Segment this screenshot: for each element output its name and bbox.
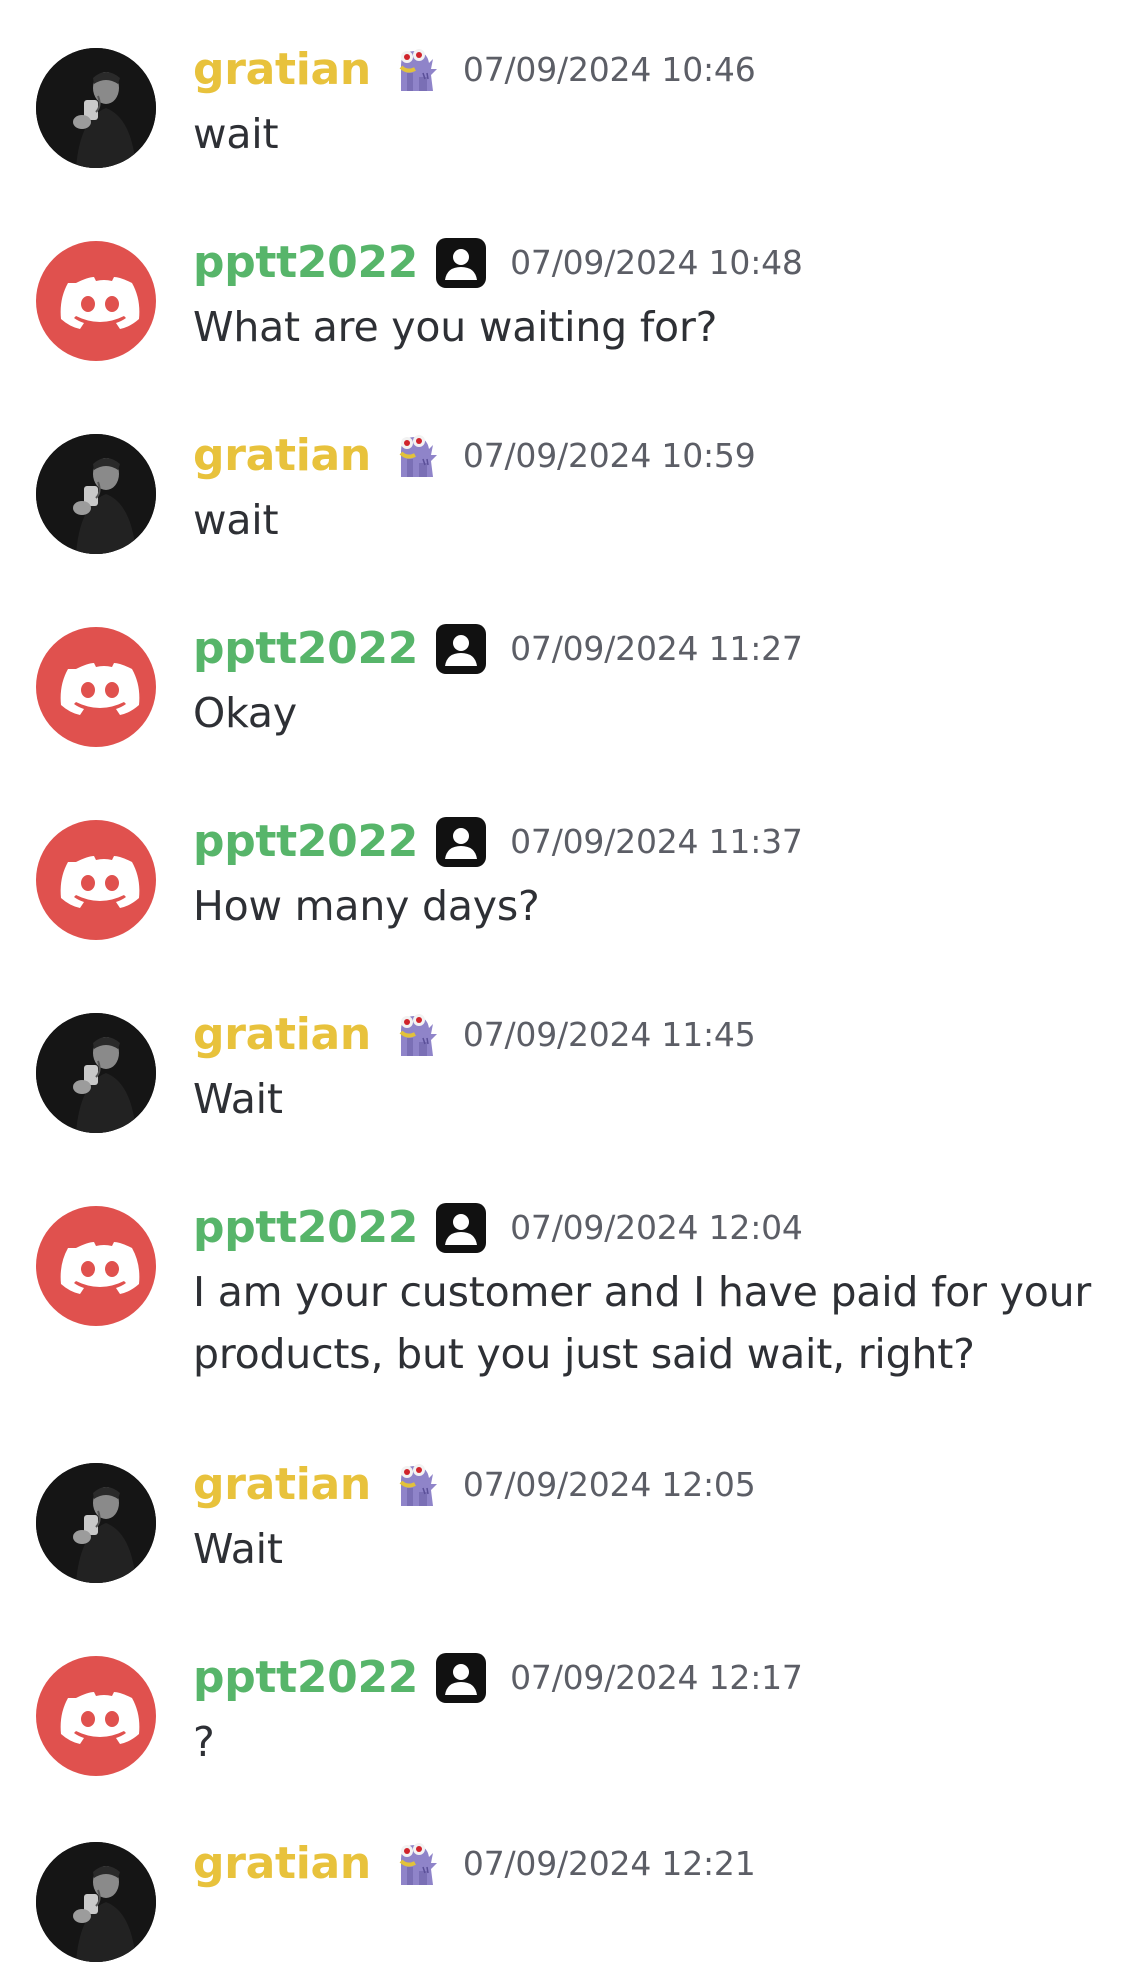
message-header: pptt2022 07/09/2024 12:04 bbox=[193, 1198, 803, 1258]
message-header: gratian 07/09/2024 10:46 bbox=[193, 40, 756, 100]
monster-emoji-icon bbox=[387, 1837, 441, 1891]
avatar[interactable] bbox=[36, 1842, 156, 1962]
timestamp: 07/09/2024 12:04 bbox=[510, 1208, 803, 1247]
message-header: gratian 07/09/2024 12:21 bbox=[193, 1834, 756, 1894]
timestamp: 07/09/2024 12:17 bbox=[510, 1658, 803, 1697]
message-text: wait bbox=[193, 496, 279, 544]
username[interactable]: pptt2022 bbox=[193, 619, 418, 679]
username[interactable]: pptt2022 bbox=[193, 812, 418, 872]
timestamp: 07/09/2024 11:37 bbox=[510, 822, 803, 861]
avatar[interactable] bbox=[36, 1463, 156, 1583]
username[interactable]: pptt2022 bbox=[193, 1198, 418, 1258]
timestamp: 07/09/2024 10:48 bbox=[510, 243, 803, 282]
message-text: Okay bbox=[193, 689, 297, 737]
avatar[interactable] bbox=[36, 241, 156, 361]
message-text: wait bbox=[193, 110, 279, 158]
monster-emoji-icon bbox=[387, 429, 441, 483]
username[interactable]: gratian bbox=[193, 1005, 371, 1065]
user-profile-icon bbox=[434, 622, 488, 676]
message-header: gratian 07/09/2024 11:45 bbox=[193, 1005, 756, 1065]
timestamp: 07/09/2024 10:59 bbox=[462, 436, 756, 475]
timestamp: 07/09/2024 11:45 bbox=[462, 1015, 756, 1054]
message-text: I am your customer and I have paid for y… bbox=[193, 1268, 1092, 1378]
user-profile-icon bbox=[434, 1651, 488, 1705]
message-header: pptt2022 07/09/2024 10:48 bbox=[193, 233, 803, 293]
monster-emoji-icon bbox=[387, 1008, 441, 1062]
message-text: ? bbox=[193, 1718, 215, 1766]
message-header: gratian 07/09/2024 10:59 bbox=[193, 426, 756, 486]
username[interactable]: gratian bbox=[193, 1455, 371, 1515]
avatar[interactable] bbox=[36, 48, 156, 168]
username[interactable]: gratian bbox=[193, 1834, 371, 1894]
timestamp: 07/09/2024 11:27 bbox=[510, 629, 803, 668]
monster-emoji-icon bbox=[387, 43, 441, 97]
timestamp: 07/09/2024 12:21 bbox=[462, 1844, 756, 1883]
username[interactable]: pptt2022 bbox=[193, 1648, 418, 1708]
avatar[interactable] bbox=[36, 434, 156, 554]
chat-message-list: gratian 07/09/2024 10:46 wait pptt2022 0… bbox=[0, 0, 1125, 1962]
username[interactable]: gratian bbox=[193, 40, 371, 100]
avatar[interactable] bbox=[36, 1206, 156, 1326]
message-header: gratian 07/09/2024 12:05 bbox=[193, 1455, 756, 1515]
message-text: Wait bbox=[193, 1525, 283, 1573]
avatar[interactable] bbox=[36, 627, 156, 747]
user-profile-icon bbox=[434, 815, 488, 869]
message-text: What are you waiting for? bbox=[193, 303, 718, 351]
avatar[interactable] bbox=[36, 1656, 156, 1776]
message-header: pptt2022 07/09/2024 12:17 bbox=[193, 1648, 803, 1708]
user-profile-icon bbox=[434, 1201, 488, 1255]
avatar[interactable] bbox=[36, 820, 156, 940]
username[interactable]: pptt2022 bbox=[193, 233, 418, 293]
message-header: pptt2022 07/09/2024 11:37 bbox=[193, 812, 803, 872]
timestamp: 07/09/2024 12:05 bbox=[462, 1465, 756, 1504]
username[interactable]: gratian bbox=[193, 426, 371, 486]
message-text: How many days? bbox=[193, 882, 540, 930]
message-header: pptt2022 07/09/2024 11:27 bbox=[193, 619, 803, 679]
user-profile-icon bbox=[434, 236, 488, 290]
timestamp: 07/09/2024 10:46 bbox=[462, 50, 756, 89]
avatar[interactable] bbox=[36, 1013, 156, 1133]
message-text: Wait bbox=[193, 1075, 283, 1123]
monster-emoji-icon bbox=[387, 1458, 441, 1512]
